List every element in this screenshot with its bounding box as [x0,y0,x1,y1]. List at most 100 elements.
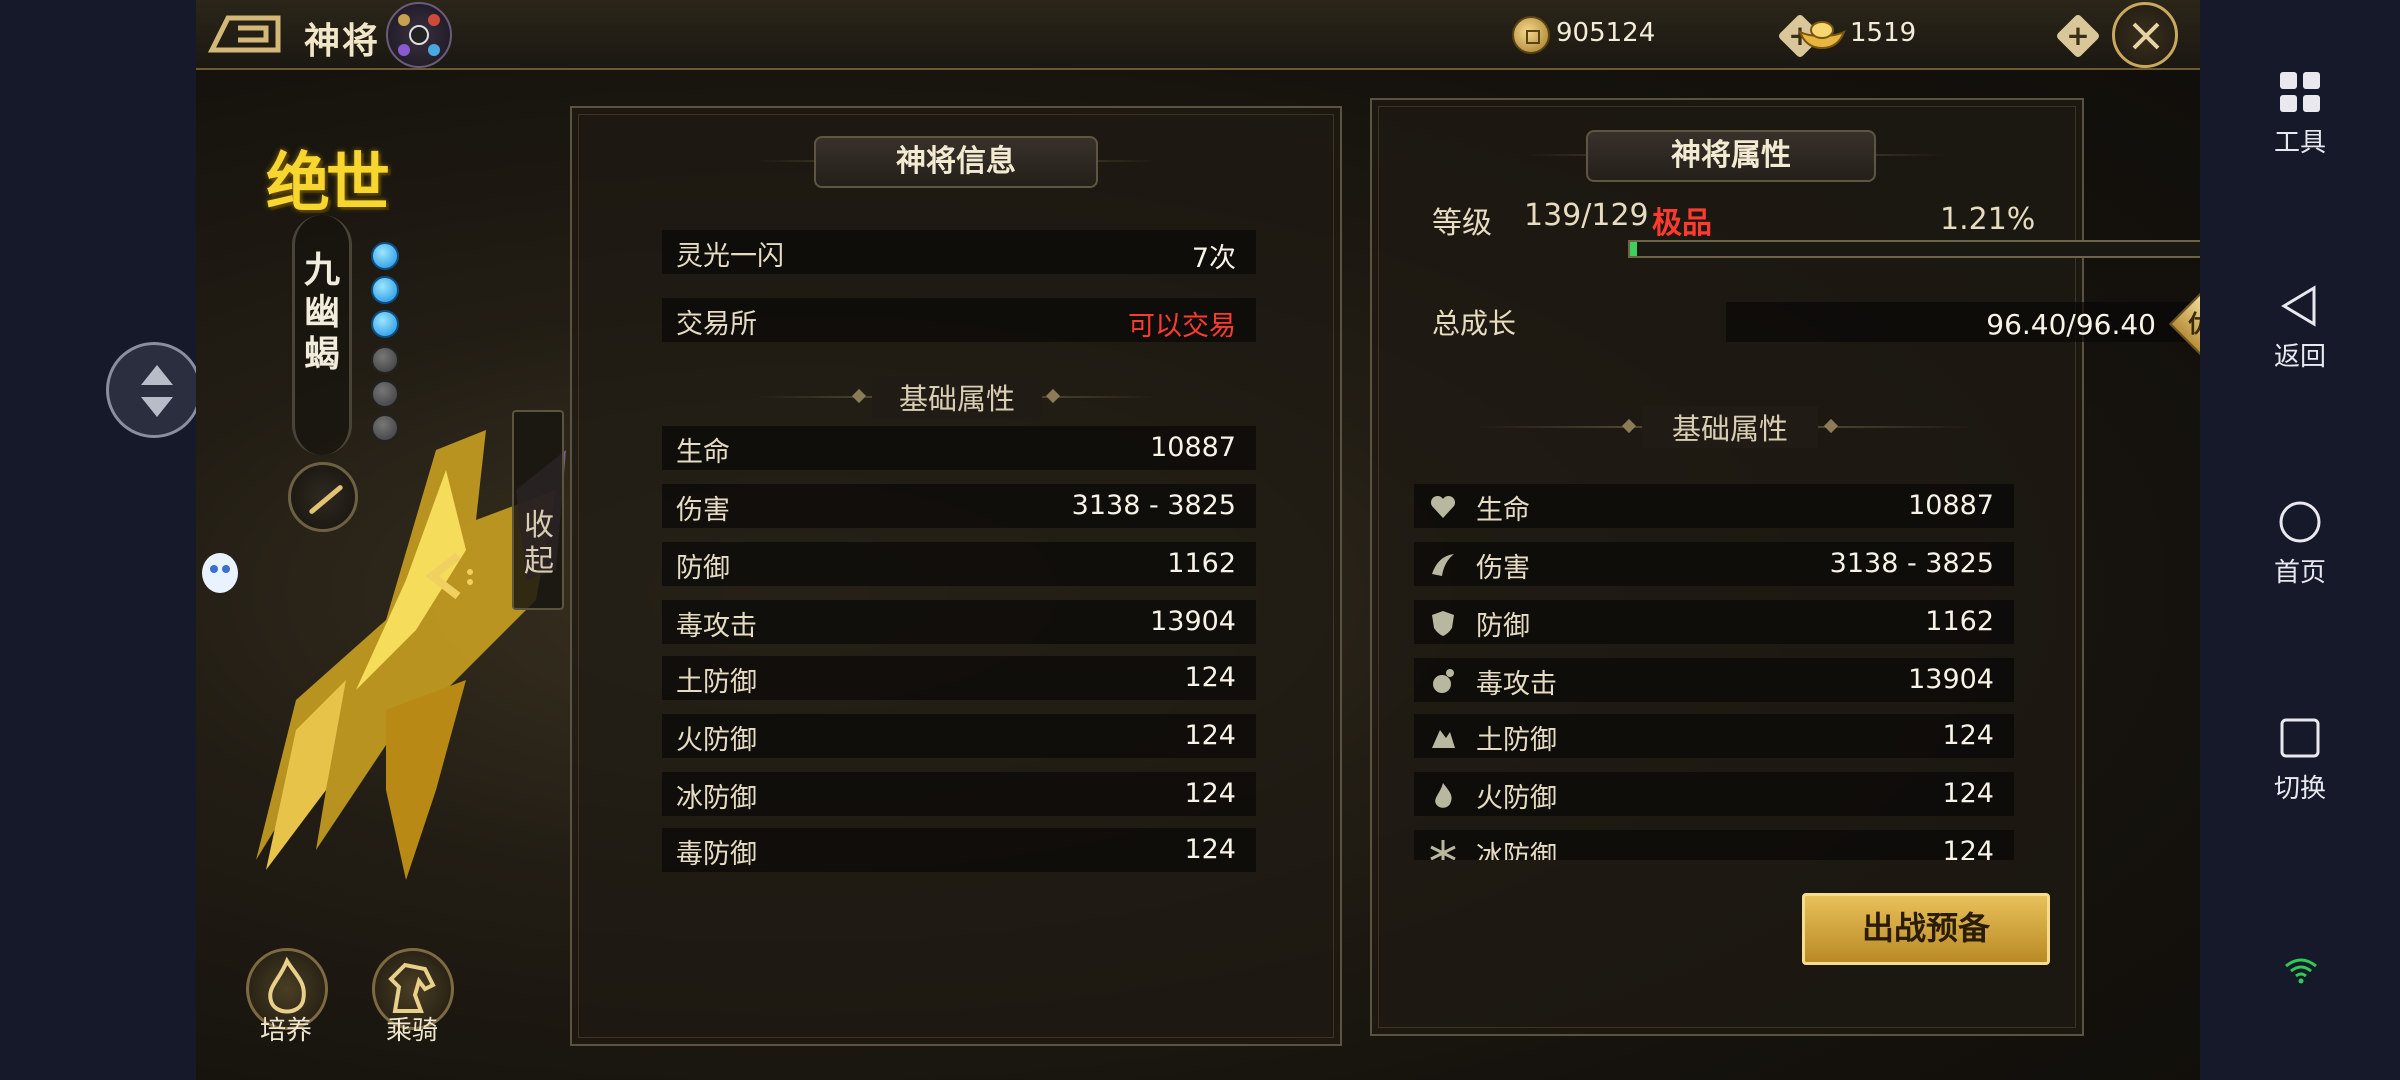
nav-home[interactable]: 首页 [2200,500,2400,589]
attr-stat-list: 生命 10887 伤害 3138 - 3825 防御 1162 毒攻击 13904 土防… [1414,484,2014,860]
star-gem-empty [371,346,399,374]
stat-label: 灵光一闪 [676,241,784,272]
stat-value: 10887 [1908,490,1994,521]
ice-icon [1430,840,1456,860]
attr-panel-title: 神将属性 [1586,130,1876,182]
system-nav-bar: 工具 返回 首页 切换 [2200,0,2400,1080]
gold-ingot-icon [1798,21,1846,50]
stat-value: 124 [1942,778,1994,809]
wifi-icon [2285,958,2317,984]
nav-home-label: 首页 [2273,558,2326,588]
stat-value: 124 [1184,834,1236,865]
table-row: 生命 10887 [1414,484,2014,528]
level-progress-bar [1628,240,2200,258]
rarity-badge: 绝世 [266,146,390,221]
add-ingots-button[interactable]: + [2055,13,2101,59]
level-value: 139/129 [1524,198,1649,233]
attr-base-attr-title: 基础属性 [1642,406,1818,448]
back-triangle-icon [2281,285,2316,327]
screen: 神将 905124 + 1519 + 绝世 九幽蝎 收起 培养 乘骑 神将信息 … [0,0,2400,1080]
deploy-standby-button[interactable]: 出战预备 [1802,893,2050,965]
table-row: 毒防御 124 [662,828,1256,872]
stat-value: 124 [1184,778,1236,809]
level-percent: 1.21% [1940,202,2036,237]
shield-icon [1432,611,1454,636]
table-row: 火防御 124 [1414,772,2014,816]
stat-label: 生命 [1476,495,1530,526]
table-row: 防御 1162 [1414,600,2014,644]
stat-label: 交易所 [676,309,757,340]
nav-back-label: 返回 [2273,342,2326,372]
stat-value: 13904 [1908,664,1994,695]
stat-value: 124 [1942,720,1994,751]
table-row: 伤害 3138 - 3825 [1414,542,2014,586]
table-row: 防御 1162 [662,542,1256,586]
close-button[interactable] [2112,2,2178,68]
stat-label: 火防御 [676,725,757,756]
tradable-status: 可以交易 [1128,311,1236,342]
stat-value: 3138 - 3825 [1829,548,1994,579]
collapse-label[interactable]: 收起 [522,508,556,580]
hero-name: 九幽蝎 [303,250,340,375]
grid-icon [2280,72,2320,112]
top-bar: 神将 905124 + 1519 + [196,0,2200,70]
coin-amount: 905124 [1556,18,1656,48]
nav-tools-label: 工具 [2273,128,2326,158]
nav-switch[interactable]: 切换 [2200,716,2400,805]
nav-back[interactable]: 返回 [2200,284,2400,373]
level-progress-fill [1630,242,1638,256]
stat-value: 7次 [1191,243,1236,274]
plus-icon: + [2066,19,2090,52]
table-row: 土防御 124 [1414,714,2014,758]
stat-label: 毒防御 [676,839,757,870]
table-row: 土防御 124 [662,656,1256,700]
stat-value: 10887 [1150,432,1236,463]
stat-value: 124 [1184,662,1236,693]
chevron-up-icon [141,365,173,385]
table-row: 伤害 3138 - 3825 [662,484,1256,528]
stat-row-exchange: 交易所 可以交易 [662,298,1256,342]
stat-row-inspiration: 灵光一闪 7次 [662,230,1256,274]
info-panel-title: 神将信息 [814,136,1098,188]
stat-label: 毒攻击 [1476,669,1557,700]
nav-tools[interactable]: 工具 [2200,70,2400,159]
stat-label: 生命 [676,437,730,468]
home-circle-icon [2279,501,2321,543]
poison-icon [1433,669,1454,693]
claw-icon [1432,554,1454,576]
floating-scroll-button[interactable] [106,342,202,438]
coin-icon [1512,16,1550,54]
info-base-attr-title: 基础属性 [872,376,1042,418]
growth-value: 96.40/96.40 [1986,308,2156,341]
back-arrow-icon[interactable] [208,10,286,58]
stat-value: 3138 - 3825 [1071,490,1236,521]
stat-label: 毒攻击 [676,611,757,642]
table-row: 冰防御 124 [1414,830,2014,860]
growth-value-bar: 96.40/96.40 [1726,302,2200,342]
stat-value: 13904 [1150,606,1236,637]
heart-icon [1430,495,1456,518]
ingot-amount: 1519 [1850,18,1917,48]
game-viewport: 神将 905124 + 1519 + 绝世 九幽蝎 收起 培养 乘骑 神将信息 … [196,0,2200,1080]
stat-label: 防御 [1476,611,1530,642]
stat-value: 124 [1942,836,1994,860]
level-tier: 极品 [1652,206,1712,241]
table-row: 生命 10887 [662,426,1256,470]
stat-label: 冰防御 [676,783,757,814]
stat-value: 1162 [1925,606,1994,637]
train-label[interactable]: 培养 [236,1010,336,1047]
stat-label: 防御 [676,553,730,584]
element-emblem-icon [386,2,452,68]
stat-label: 土防御 [676,667,757,698]
nav-switch-label: 切换 [2273,774,2326,804]
chevron-left-icon[interactable] [418,548,482,604]
page-title: 神将 [304,21,381,62]
earth-icon [1432,730,1455,748]
stat-value: 124 [1184,720,1236,751]
mount-label[interactable]: 乘骑 [362,1010,462,1047]
star-gem-filled [371,242,399,270]
stat-label: 伤害 [676,495,730,526]
stat-value: 1162 [1167,548,1236,579]
level-label: 等级 [1432,206,1492,241]
left-system-bar [0,0,196,1080]
